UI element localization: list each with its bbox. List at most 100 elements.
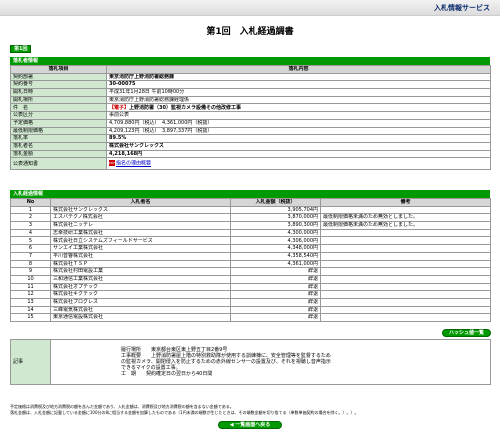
bid-row: 3 株式会社ニッテレ 3,890,300円 最低制限価格未満のため無効としました。 — [10, 221, 491, 230]
bid-no: 8 — [10, 259, 51, 269]
bid-amount: 4,300,000円 — [230, 228, 321, 238]
bid-note — [320, 282, 491, 292]
value-notice: PDF指名の理由概要 — [106, 157, 491, 171]
tab-round-1[interactable]: 第1回 — [10, 45, 32, 53]
electronic-tag: 【電子】 — [109, 104, 130, 111]
value-min-price: 4,209,123円（税込） 3,897,337円（税抜） — [106, 126, 491, 136]
award-row-rate: 落札率 89.5% — [10, 134, 491, 143]
award-row-notice: 公表通知書 PDF指名の理由概要 — [10, 157, 491, 171]
bid-no: 1 — [10, 205, 51, 215]
bid-no: 12 — [10, 290, 51, 299]
bid-amount: 辞退 — [230, 313, 321, 322]
bid-name: 株式会社プログレス — [50, 297, 231, 307]
bid-name: 株式会社ニッテレ — [50, 221, 231, 230]
bid-note — [320, 236, 491, 246]
label-amount: 落札金額 — [10, 149, 107, 159]
bid-note — [320, 305, 491, 315]
bid-note — [320, 244, 491, 253]
bid-name: 株式会社キクテック — [50, 290, 231, 299]
value-dept: 東京消防庁上野消防署総務課 — [106, 72, 491, 82]
label-min-price: 最低制限価格 — [10, 126, 107, 136]
bid-row: 5 株式会社日立システムズフィールドサービス 4,306,000円 — [10, 236, 491, 246]
bid-note — [320, 274, 491, 284]
label-publish-type: 公表区分 — [10, 111, 107, 120]
bid-row: 15 東京通信電設株式会社 辞退 — [10, 313, 491, 322]
bids-section-header: 入札経過情報 — [10, 190, 490, 198]
value-planned-price: 4,709,880円（税込） 4,361,000円（税抜） — [106, 118, 491, 128]
bid-note — [320, 251, 491, 261]
award-row-contract-no: 契約番号 30-00075 — [10, 80, 491, 90]
value-open-place: 東京消防庁上野消防署総務課経理係 — [106, 95, 491, 105]
award-row-min-price: 最低制限価格 4,209,123円（税込） 3,897,337円（税抜） — [10, 126, 491, 136]
bid-no: 15 — [10, 313, 51, 322]
col-name-header: 入札者名 — [50, 198, 231, 207]
bid-note — [320, 290, 491, 299]
bid-row: 2 エスバテクノ株式会社 3,870,000円 最低制限価格未満のため無効としました。 — [10, 213, 491, 223]
value-winner: 株式会社サンクレックス — [106, 141, 491, 151]
hash-list-button[interactable]: ハッシュ値一覧 — [442, 329, 492, 337]
bid-amount: 4,306,000円 — [230, 236, 321, 246]
bid-row: 9 株式会社村田電設工業 辞退 — [10, 267, 491, 276]
bid-no: 6 — [10, 244, 51, 253]
bid-no: 7 — [10, 251, 51, 261]
service-name: 入札情報サービス — [434, 4, 490, 12]
award-row-winner: 落札者名 株式会社サンクレックス — [10, 141, 491, 151]
bid-no: 5 — [10, 236, 51, 246]
award-section-header: 落札者情報 — [10, 57, 490, 65]
label-open-date: 開札日時 — [10, 88, 107, 97]
label-subject: 件 名 — [10, 103, 107, 113]
subject-text: 上野消防署（30）監視カメラ設備その他改修工事 — [129, 104, 241, 111]
bid-amount: 辞退 — [230, 267, 321, 276]
bid-row: 7 平川音響株式会社 4,358,540円 — [10, 251, 491, 261]
bid-amount: 3,905,704円 — [230, 205, 321, 215]
top-bar: 入札情報サービス — [0, 0, 500, 16]
label-winner: 落札者名 — [10, 141, 107, 151]
bid-no: 13 — [10, 297, 51, 307]
bid-amount: 4,361,000円 — [230, 259, 321, 269]
footnotes: 予定価格は消費税及び地方消費税の額を含んだ金額であり、入札金額は、消費税及び地方… — [10, 404, 490, 415]
col-amount-header: 入札金額（税抜） — [230, 198, 321, 207]
award-row-dept: 契約部署 東京消防庁上野消防署総務課 — [10, 72, 491, 82]
bid-row: 8 株式会社ＴＳＰ 4,361,000円 — [10, 259, 491, 269]
col-content-header: 落札内容 — [106, 65, 491, 74]
bid-note — [320, 259, 491, 269]
notice-link[interactable]: 指名の理由概要 — [116, 161, 151, 167]
page-title: 第1回 入札経過調書 — [206, 27, 294, 37]
award-row-open-date: 開札日時 平成31年1月28日 午前10時00分 — [10, 88, 491, 97]
label-notice: 公表通知書 — [10, 157, 107, 171]
bids-body: 1 株式会社サンクレックス 3,905,704円 2 エスバテクノ株式会社 3,870,0… — [10, 205, 491, 322]
col-note-header: 備考 — [320, 198, 491, 207]
award-row-planned-price: 予定価格 4,709,880円（税込） 4,361,000円（税抜） — [10, 118, 491, 128]
remarks-table: 記事 履行場所 東京都台東区東上野五丁目2番9号 工事概要 上野消防署屋上階の特… — [10, 339, 491, 385]
bid-amount: 辞退 — [230, 297, 321, 307]
bid-name: 東京通信電設株式会社 — [50, 313, 231, 322]
remarks-line: 工 期 契約確定日の翌日から40日間 — [121, 371, 213, 377]
bid-amount: 3,870,000円 — [230, 213, 321, 223]
pdf-icon: PDF — [109, 160, 115, 167]
value-open-date: 平成31年1月28日 午前10時00分 — [106, 88, 491, 97]
value-contract-no: 30-00075 — [106, 80, 491, 90]
bid-note — [320, 313, 491, 322]
award-row-amount: 落札金額 4,218,168円 — [10, 149, 491, 159]
bid-no: 14 — [10, 305, 51, 315]
bid-amount: 4,348,000円 — [230, 244, 321, 253]
label-planned-price: 予定価格 — [10, 118, 107, 128]
footnote: 落札金額は、入札金額に記載している金額に100分の8に相当する金額を加算したもの… — [10, 409, 359, 415]
bid-name: サンエイ工業株式会社 — [50, 244, 231, 253]
col-no-header: No — [10, 198, 51, 207]
bid-amount: 4,358,540円 — [230, 251, 321, 261]
bid-no: 4 — [10, 228, 51, 238]
award-header-row: 落札項目 落札内容 — [10, 65, 491, 74]
award-row-open-place: 開札場所 東京消防庁上野消防署総務課経理係 — [10, 95, 491, 105]
label-open-place: 開札場所 — [10, 95, 107, 105]
bid-amount: 3,890,300円 — [230, 221, 321, 230]
back-to-list-button[interactable]: ◀ 一覧画面へ戻る — [218, 421, 282, 429]
value-rate: 89.5% — [106, 134, 491, 143]
bid-name: 三和通信工業株式会社 — [50, 274, 231, 284]
bid-amount: 辞退 — [230, 282, 321, 292]
remarks-content: 履行場所 東京都台東区東上野五丁目2番9号 工事概要 上野消防署屋上階の特別救助… — [50, 339, 491, 385]
bids-header-row: No 入札者名 入札金額（税抜） 備考 — [10, 198, 491, 207]
bid-row: 10 三和通信工業株式会社 辞退 — [10, 274, 491, 284]
bid-note: 最低制限価格未満のため無効としました。 — [320, 221, 491, 230]
bid-row: 12 株式会社キクテック 辞退 — [10, 290, 491, 299]
